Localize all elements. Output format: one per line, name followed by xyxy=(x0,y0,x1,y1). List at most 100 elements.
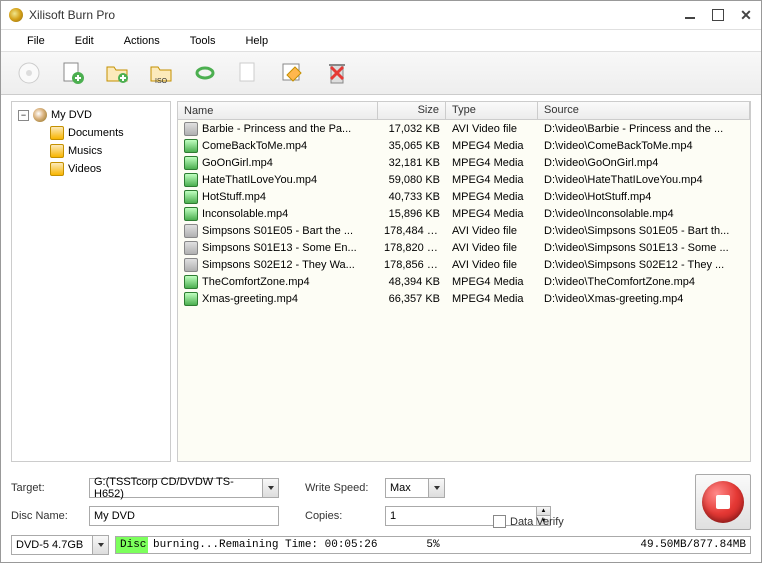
mp4-file-icon xyxy=(184,275,198,289)
mp4-file-icon xyxy=(184,156,198,170)
menu-tools[interactable]: Tools xyxy=(176,32,230,50)
file-type: MPEG4 Media xyxy=(446,140,538,152)
list-item[interactable]: ComeBackToMe.mp435,065 KBMPEG4 MediaD:\v… xyxy=(178,137,750,154)
file-type: MPEG4 Media xyxy=(446,276,538,288)
mp4-file-icon xyxy=(184,207,198,221)
tree-item-documents[interactable]: Documents xyxy=(14,124,168,142)
collapse-icon[interactable]: − xyxy=(18,110,29,121)
list-item[interactable]: Inconsolable.mp415,896 KBMPEG4 MediaD:\v… xyxy=(178,205,750,222)
file-size: 59,080 KB xyxy=(378,174,446,186)
file-source: D:\video\HotStuff.mp4 xyxy=(538,191,750,203)
svg-text:ISO: ISO xyxy=(155,78,168,85)
add-folder-button[interactable] xyxy=(103,59,131,87)
clear-button[interactable] xyxy=(235,59,263,87)
edit-button[interactable] xyxy=(279,59,307,87)
file-list: Name Size Type Source Barbie - Princess … xyxy=(177,101,751,462)
target-dropdown-button[interactable] xyxy=(263,478,279,498)
delete-button[interactable] xyxy=(323,59,351,87)
file-type: AVI Video file xyxy=(446,242,538,254)
maximize-button[interactable] xyxy=(711,8,725,22)
copies-label: Copies: xyxy=(305,510,377,522)
file-type: MPEG4 Media xyxy=(446,191,538,203)
avi-file-icon xyxy=(184,122,198,136)
mp4-file-icon xyxy=(184,139,198,153)
stop-icon xyxy=(702,481,744,523)
list-item[interactable]: GoOnGirl.mp432,181 KBMPEG4 MediaD:\video… xyxy=(178,154,750,171)
burn-button[interactable] xyxy=(695,474,751,530)
target-select[interactable]: G:(TSSTcorp CD/DVDW TS-H652) xyxy=(89,478,263,498)
make-iso-button[interactable]: ISO xyxy=(147,59,175,87)
file-type: MPEG4 Media xyxy=(446,157,538,169)
disctype-select[interactable]: DVD-5 4.7GB xyxy=(11,535,93,555)
file-type: MPEG4 Media xyxy=(446,293,538,305)
file-type: AVI Video file xyxy=(446,259,538,271)
list-item[interactable]: HateThatILoveYou.mp459,080 KBMPEG4 Media… xyxy=(178,171,750,188)
file-name: TheComfortZone.mp4 xyxy=(202,276,310,288)
minimize-button[interactable] xyxy=(683,8,697,22)
file-source: D:\video\HateThatILoveYou.mp4 xyxy=(538,174,750,186)
tree-item-videos[interactable]: Videos xyxy=(14,160,168,178)
folder-icon xyxy=(50,126,64,140)
dataverify-checkbox[interactable] xyxy=(493,515,506,528)
file-size: 32,181 KB xyxy=(378,157,446,169)
list-item[interactable]: Simpsons S01E05 - Bart the ... 178,484 KB… xyxy=(178,222,750,239)
dataverify-label: Data Verify xyxy=(510,516,564,528)
list-body[interactable]: Barbie - Princess and the Pa... 17,032 KB… xyxy=(178,120,750,461)
file-name: Barbie - Princess and the Pa... xyxy=(202,123,351,135)
tree-root[interactable]: − My DVD xyxy=(14,106,168,124)
list-item[interactable]: Xmas-greeting.mp466,357 KBMPEG4 MediaD:\… xyxy=(178,290,750,307)
writespeed-dropdown-button[interactable] xyxy=(429,478,445,498)
file-source: D:\video\Xmas-greeting.mp4 xyxy=(538,293,750,305)
discname-input[interactable] xyxy=(89,506,279,526)
file-name: ComeBackToMe.mp4 xyxy=(202,140,307,152)
link-button[interactable] xyxy=(191,59,219,87)
add-file-button[interactable] xyxy=(59,59,87,87)
writespeed-select[interactable]: Max xyxy=(385,478,429,498)
avi-file-icon xyxy=(184,241,198,255)
file-source: D:\video\ComeBackToMe.mp4 xyxy=(538,140,750,152)
close-button[interactable] xyxy=(739,8,753,22)
folder-open-icon xyxy=(50,162,64,176)
col-header-source[interactable]: Source xyxy=(538,102,750,119)
file-size: 178,484 KB xyxy=(378,225,446,237)
tree-item-musics[interactable]: Musics xyxy=(14,142,168,160)
col-header-type[interactable]: Type xyxy=(446,102,538,119)
mp4-file-icon xyxy=(184,190,198,204)
file-source: D:\video\Simpsons S01E05 - Bart th... xyxy=(538,225,750,237)
folder-icon xyxy=(50,144,64,158)
list-item[interactable]: TheComfortZone.mp448,394 KBMPEG4 MediaD:… xyxy=(178,273,750,290)
col-header-name[interactable]: Name xyxy=(178,102,378,119)
mp4-file-icon xyxy=(184,173,198,187)
avi-file-icon xyxy=(184,224,198,238)
file-size: 66,357 KB xyxy=(378,293,446,305)
file-name: Inconsolable.mp4 xyxy=(202,208,288,220)
window-title: Xilisoft Burn Pro xyxy=(29,8,683,22)
file-name: HateThatILoveYou.mp4 xyxy=(202,174,317,186)
new-project-button[interactable] xyxy=(15,59,43,87)
progress-percent: 5% xyxy=(426,539,439,551)
file-size: 17,032 KB xyxy=(378,123,446,135)
file-source: D:\video\Inconsolable.mp4 xyxy=(538,208,750,220)
file-type: AVI Video file xyxy=(446,225,538,237)
list-header: Name Size Type Source xyxy=(178,102,750,120)
discname-label: Disc Name: xyxy=(11,510,81,522)
toolbar: ISO xyxy=(1,51,761,95)
list-item[interactable]: Simpsons S01E13 - Some En...178,820 KBAV… xyxy=(178,239,750,256)
file-source: D:\video\TheComfortZone.mp4 xyxy=(538,276,750,288)
progress-size: 49.50MB/877.84MB xyxy=(640,539,746,551)
progress-bar: Disc burning...Remaining Time: 00:05:26 … xyxy=(115,536,751,554)
app-icon xyxy=(9,8,23,22)
menu-edit[interactable]: Edit xyxy=(61,32,108,50)
list-item[interactable]: HotStuff.mp440,733 KBMPEG4 MediaD:\video… xyxy=(178,188,750,205)
menu-help[interactable]: Help xyxy=(231,32,282,50)
target-label: Target: xyxy=(11,482,81,494)
folder-tree[interactable]: − My DVD Documents Musics Videos xyxy=(11,101,171,462)
disctype-dropdown-button[interactable] xyxy=(93,535,109,555)
list-item[interactable]: Simpsons S02E12 - They Wa...178,856 KBAV… xyxy=(178,256,750,273)
list-item[interactable]: Barbie - Princess and the Pa... 17,032 KB… xyxy=(178,120,750,137)
file-source: D:\video\GoOnGirl.mp4 xyxy=(538,157,750,169)
menu-actions[interactable]: Actions xyxy=(110,32,174,50)
menu-file[interactable]: File xyxy=(13,32,59,50)
col-header-size[interactable]: Size xyxy=(378,102,446,119)
file-name: Simpsons S01E05 - Bart the ... xyxy=(202,225,353,237)
